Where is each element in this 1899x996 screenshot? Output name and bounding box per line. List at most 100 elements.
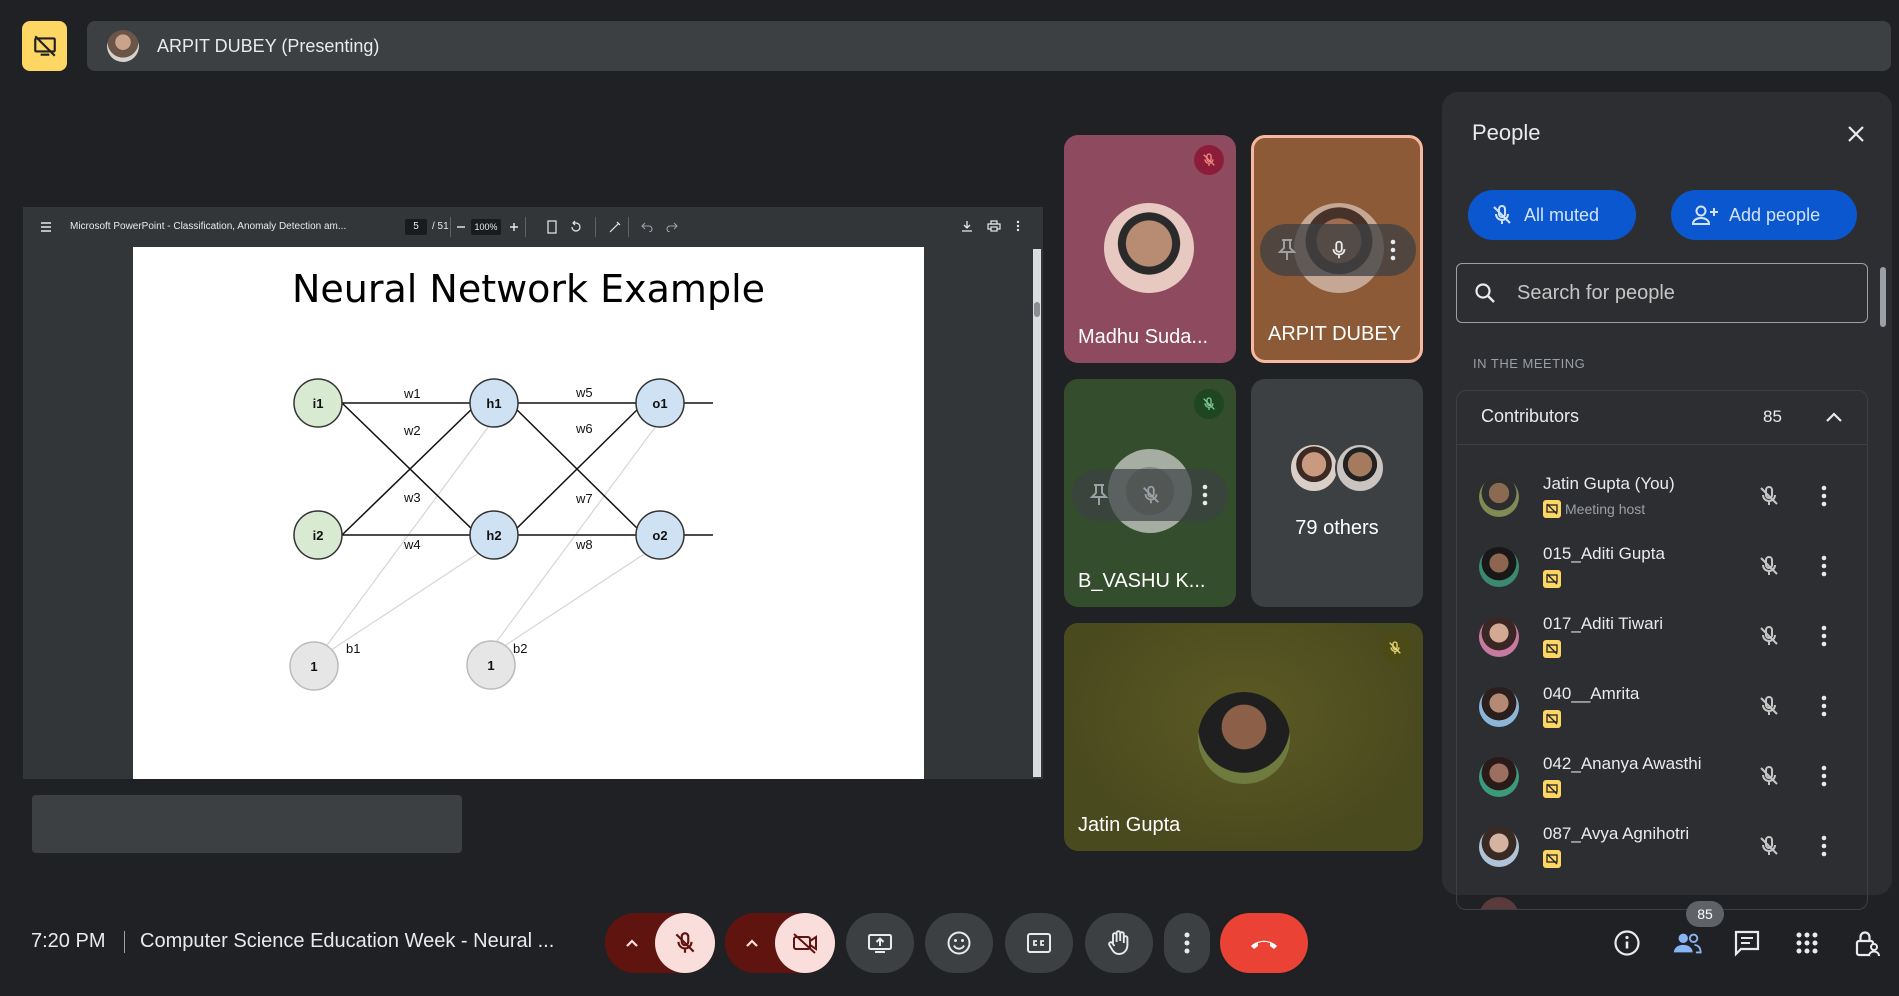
list-item[interactable]: 042_Ananya Awasthi	[1457, 741, 1867, 811]
list-item[interactable]: 017_Aditi Tiwari	[1457, 601, 1867, 671]
raise-hand-icon	[1108, 930, 1129, 955]
raise-hand-button[interactable]	[1085, 913, 1153, 973]
redo-icon[interactable]	[666, 220, 678, 232]
contributors-list: Contributors 85 Jatin Gupta (You) Meetin…	[1456, 390, 1868, 910]
rotate-icon[interactable]	[569, 220, 583, 234]
tile-madhu[interactable]: Madhu Suda...	[1064, 135, 1236, 363]
avatar	[1479, 897, 1519, 909]
download-icon[interactable]	[961, 220, 973, 232]
caption-area	[32, 795, 462, 853]
tile-others[interactable]: 79 others	[1251, 379, 1423, 607]
more-options-icon[interactable]	[1821, 485, 1827, 507]
close-panel-button[interactable]	[1840, 118, 1872, 150]
fit-page-icon[interactable]	[546, 220, 558, 234]
chat-button[interactable]	[1732, 928, 1762, 958]
people-count-badge: 85	[1686, 901, 1724, 927]
menu-icon[interactable]	[40, 221, 52, 233]
more-options-icon[interactable]	[1821, 835, 1827, 857]
search-input[interactable]: Search for people	[1456, 263, 1868, 323]
zoom-level[interactable]: 100%	[471, 219, 501, 235]
contributors-label: Contributors	[1481, 406, 1580, 426]
pdf-scrollbar[interactable]	[1033, 249, 1041, 777]
print-icon[interactable]	[987, 220, 1001, 232]
weight-b1: b1	[346, 641, 360, 656]
annotate-icon[interactable]	[608, 220, 622, 234]
mic-off-icon	[1194, 389, 1224, 419]
toggle-camera-button[interactable]	[775, 913, 835, 973]
undo-icon[interactable]	[641, 220, 653, 232]
mic-off-icon	[1493, 204, 1511, 224]
captions-button[interactable]	[1005, 913, 1073, 973]
pin-icon[interactable]	[1088, 483, 1110, 507]
presenter-bar: ARPIT DUBEY (Presenting)	[87, 21, 1891, 71]
more-options-button[interactable]	[1164, 913, 1210, 973]
meeting-details-button[interactable]	[1612, 928, 1642, 958]
emoji-reaction-button[interactable]	[925, 913, 993, 973]
label-o1: o1	[652, 396, 667, 411]
chevron-up-icon[interactable]	[625, 938, 639, 948]
screen-share: Microsoft PowerPoint - Classification, A…	[23, 207, 1043, 779]
participant-name: 015_Aditi Gupta	[1543, 544, 1665, 563]
leave-call-button[interactable]	[1220, 913, 1308, 973]
zoom-in-icon[interactable]	[509, 222, 519, 232]
video-controls	[725, 913, 835, 973]
mic-off-icon	[675, 932, 695, 953]
people-button[interactable]	[1672, 928, 1702, 958]
panel-scrollbar[interactable]	[1880, 267, 1886, 327]
list-item[interactable]	[1457, 881, 1867, 909]
mic-off-icon[interactable]	[1757, 763, 1781, 789]
avatar	[1479, 757, 1519, 797]
more-options-icon[interactable]	[1821, 555, 1827, 577]
host-controls-button[interactable]	[1852, 928, 1882, 958]
page-number-input[interactable]: 5	[405, 219, 427, 235]
stop-presenting-button[interactable]	[22, 21, 67, 71]
mic-icon[interactable]	[1328, 237, 1350, 263]
more-options-icon[interactable]	[1016, 220, 1020, 232]
activities-button[interactable]	[1792, 928, 1822, 958]
present-screen-button[interactable]	[846, 913, 914, 973]
mic-off-icon[interactable]	[1757, 623, 1781, 649]
tile-jatin[interactable]: Jatin Gupta	[1064, 623, 1423, 851]
all-muted-button[interactable]: All muted	[1468, 190, 1636, 240]
pin-icon[interactable]	[1276, 238, 1298, 262]
zoom-out-icon[interactable]	[456, 222, 466, 232]
presenting-badge	[1543, 500, 1561, 518]
more-options-icon[interactable]	[1821, 695, 1827, 717]
page-total: / 51	[432, 221, 449, 232]
list-item[interactable]: 087_Avya Agnihotri	[1457, 811, 1867, 881]
weight-w1: w1	[403, 386, 421, 401]
contributors-header[interactable]: Contributors 85	[1457, 391, 1867, 445]
more-options-icon[interactable]	[1821, 625, 1827, 647]
emoji-icon	[947, 931, 971, 955]
tile-arpit[interactable]: ARPIT DUBEY	[1251, 135, 1423, 363]
section-heading: IN THE MEETING	[1473, 356, 1586, 371]
tile-more-icon[interactable]	[1390, 239, 1396, 261]
mic-off-icon[interactable]	[1757, 553, 1781, 579]
label-bias1: 1	[310, 659, 317, 674]
mic-off-icon[interactable]	[1757, 833, 1781, 859]
weight-w4: w4	[403, 537, 421, 552]
chevron-up-icon[interactable]	[745, 938, 759, 948]
mic-off-icon[interactable]	[1140, 482, 1162, 508]
presenter-label: ARPIT DUBEY (Presenting)	[157, 35, 380, 56]
list-item[interactable]: 015_Aditi Gupta	[1457, 531, 1867, 601]
list-item[interactable]: 040__Amrita	[1457, 671, 1867, 741]
add-people-button[interactable]: Add people	[1671, 190, 1857, 240]
mic-off-icon[interactable]	[1757, 483, 1781, 509]
list-item[interactable]: Jatin Gupta (You) Meeting host	[1457, 461, 1867, 531]
tile-vashu[interactable]: B_VASHU K...	[1064, 379, 1236, 607]
pdf-doc-title: Microsoft PowerPoint - Classification, A…	[70, 221, 347, 232]
toggle-mic-button[interactable]	[655, 913, 715, 973]
chevron-up-icon[interactable]	[1825, 411, 1843, 423]
tile-more-icon[interactable]	[1202, 484, 1208, 506]
info-icon	[1614, 930, 1640, 956]
pdf-scroll-thumb[interactable]	[1034, 302, 1040, 317]
participant-name: Jatin Gupta (You)	[1543, 474, 1675, 493]
more-options-icon[interactable]	[1821, 765, 1827, 787]
label-o2: o2	[652, 528, 667, 543]
mic-off-icon[interactable]	[1757, 693, 1781, 719]
label-i2: i2	[313, 528, 324, 543]
tile-name: Madhu Suda...	[1078, 326, 1209, 348]
pdf-toolbar: Microsoft PowerPoint - Classification, A…	[23, 207, 1043, 247]
divider	[124, 931, 125, 953]
